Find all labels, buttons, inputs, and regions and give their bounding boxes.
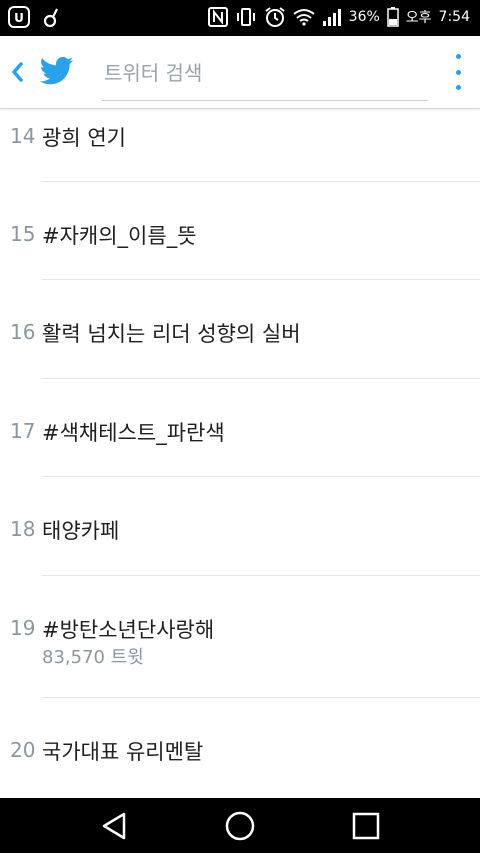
trend-item[interactable]: 18 태양카페 xyxy=(0,477,480,576)
svg-text:U: U xyxy=(14,11,24,25)
trend-rank: 19 xyxy=(10,616,36,640)
nav-recents-button[interactable] xyxy=(344,806,388,846)
music-note-icon xyxy=(42,6,62,28)
wifi-icon xyxy=(293,8,315,26)
trends-list: 14 광희 연기 15 #자캐의_이름_뜻 16 활력 넘치는 리더 성향의 실… xyxy=(0,108,480,798)
battery-percent: 36% xyxy=(348,9,380,25)
home-circle-icon xyxy=(225,811,255,841)
trend-item[interactable]: 16 활력 넘치는 리더 성향의 실버 xyxy=(0,280,480,379)
trend-topic: 활력 넘치는 리더 성향의 실버 xyxy=(42,322,301,346)
recents-square-icon xyxy=(352,812,380,840)
battery-icon xyxy=(387,7,399,27)
trend-topic: #자캐의_이름_뜻 xyxy=(42,224,197,248)
trend-topic: 태양카페 xyxy=(42,519,120,543)
trend-item[interactable]: 14 광희 연기 xyxy=(0,108,480,182)
more-vert-icon xyxy=(455,54,461,59)
vibrate-icon xyxy=(235,7,257,27)
search-input[interactable] xyxy=(102,54,416,92)
trend-rank: 20 xyxy=(10,738,36,762)
trend-item[interactable]: 17 #색채테스트_파란색 xyxy=(0,379,480,477)
alarm-icon xyxy=(264,6,286,28)
trend-rank: 16 xyxy=(10,320,36,344)
back-button[interactable] xyxy=(6,58,28,86)
chevron-left-icon xyxy=(12,62,23,82)
nfc-icon xyxy=(207,7,228,27)
app-bar xyxy=(0,36,480,109)
trend-item[interactable]: 20 국가대표 유리멘탈 xyxy=(0,698,480,798)
tweet-count: 83,570 트윗 xyxy=(42,647,144,668)
status-time: 7:54 xyxy=(438,9,470,25)
status-ampm: 오후 xyxy=(405,10,432,26)
nav-home-button[interactable] xyxy=(218,806,262,846)
status-bar: U 36% 오후 7:54 xyxy=(0,0,480,36)
back-triangle-icon xyxy=(102,812,126,840)
trend-topic: #방탄소년단사랑해 xyxy=(42,618,215,642)
search-field[interactable] xyxy=(102,46,428,101)
trend-item[interactable]: 15 #자캐의_이름_뜻 xyxy=(0,182,480,280)
twitter-bird-icon xyxy=(39,56,74,86)
navigation-bar xyxy=(0,798,480,853)
trend-rank: 18 xyxy=(10,517,36,541)
trend-rank: 15 xyxy=(10,222,36,246)
trend-topic: #색채테스트_파란색 xyxy=(42,421,225,445)
trend-rank: 14 xyxy=(10,124,36,148)
trend-rank: 17 xyxy=(10,419,36,443)
trend-item[interactable]: 19 #방탄소년단사랑해 83,570 트윗 xyxy=(0,576,480,698)
more-options-button[interactable] xyxy=(450,54,466,90)
nav-back-button[interactable] xyxy=(92,806,136,846)
app-notification-icon: U xyxy=(8,6,30,28)
signal-icon xyxy=(322,7,342,27)
trend-topic: 광희 연기 xyxy=(42,126,126,150)
trend-topic: 국가대표 유리멘탈 xyxy=(42,740,204,764)
